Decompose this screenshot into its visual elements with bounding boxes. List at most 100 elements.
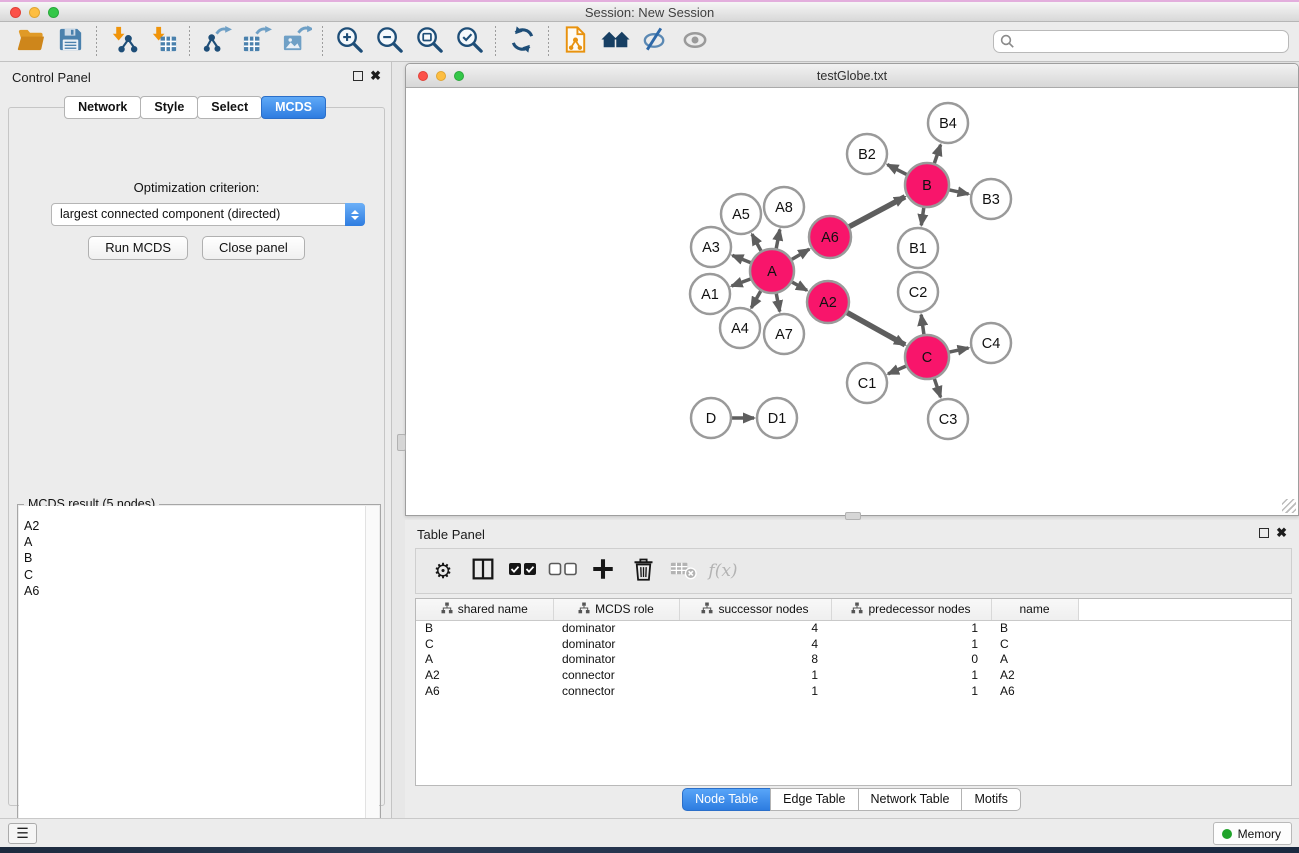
cell-2[interactable]: 4 [679, 636, 831, 652]
table-row[interactable]: Bdominator41B [416, 620, 1291, 636]
graph-node-B[interactable]: B [905, 163, 949, 207]
first-neighbors-button[interactable] [595, 25, 635, 59]
delete-column-button[interactable] [626, 553, 660, 589]
clone-network-button[interactable] [555, 25, 595, 59]
refresh-button[interactable] [502, 25, 542, 59]
scrollbar-track[interactable] [365, 506, 379, 839]
mcds-result-item[interactable]: C [19, 567, 365, 583]
cell-2[interactable]: 1 [679, 683, 831, 699]
graph-node-C2[interactable]: C2 [898, 272, 938, 312]
mcds-result-item[interactable]: A [19, 534, 365, 550]
graph-node-D[interactable]: D [691, 398, 731, 438]
delete-table-button[interactable] [666, 553, 700, 589]
cell-1[interactable]: dominator [553, 620, 679, 636]
graph-node-C1[interactable]: C1 [847, 363, 887, 403]
horizontal-splitter-grip[interactable] [845, 512, 861, 520]
graph-node-C[interactable]: C [905, 335, 949, 379]
cell-0[interactable]: A2 [416, 667, 553, 683]
cell-3[interactable]: 1 [831, 620, 991, 636]
graph-node-A3[interactable]: A3 [691, 227, 731, 267]
graph-node-B3[interactable]: B3 [971, 179, 1011, 219]
graph-node-A4[interactable]: A4 [720, 308, 760, 348]
cell-0[interactable]: C [416, 636, 553, 652]
export-network-button[interactable] [196, 25, 236, 59]
select-all-button[interactable] [506, 553, 540, 589]
cell-2[interactable]: 4 [679, 620, 831, 636]
mcds-result-item[interactable]: A2 [19, 518, 365, 534]
table-row[interactable]: Cdominator41C [416, 636, 1291, 652]
table-row[interactable]: A6connector11A6 [416, 683, 1291, 699]
tab-select[interactable]: Select [197, 96, 262, 119]
graph-edge[interactable] [947, 189, 969, 194]
cell-1[interactable]: connector [553, 667, 679, 683]
cell-0[interactable]: B [416, 620, 553, 636]
open-session-button[interactable] [10, 25, 50, 59]
tab-node-table[interactable]: Node Table [682, 788, 771, 811]
graph-edge[interactable] [845, 311, 906, 345]
cell-1[interactable]: connector [553, 683, 679, 699]
deselect-all-button[interactable] [546, 553, 580, 589]
import-table-button[interactable] [143, 25, 183, 59]
cell-3[interactable]: 0 [831, 652, 991, 668]
graph-edge[interactable] [888, 365, 909, 374]
table-row[interactable]: Adominator80A [416, 652, 1291, 668]
column-header-mcds-role[interactable]: MCDS role [553, 599, 679, 620]
show-all-button[interactable] [675, 25, 715, 59]
graph-edge[interactable] [776, 230, 780, 252]
cell-0[interactable]: A6 [416, 683, 553, 699]
cell-1[interactable]: dominator [553, 652, 679, 668]
hide-selected-button[interactable] [635, 25, 675, 59]
float-panel-icon[interactable] [1259, 528, 1269, 538]
table-row[interactable]: A2connector11A2 [416, 667, 1291, 683]
graph-edge[interactable] [933, 145, 940, 166]
export-table-button[interactable] [236, 25, 276, 59]
function-builder-button[interactable]: f(x) [706, 553, 740, 589]
criterion-dropdown[interactable]: largest connected component (directed) [51, 203, 365, 226]
cell-0[interactable]: A [416, 652, 553, 668]
cell-4[interactable]: A2 [991, 667, 1078, 683]
close-panel-icon[interactable]: ✖ [1276, 525, 1287, 541]
run-mcds-button[interactable]: Run MCDS [88, 236, 188, 260]
cell-4[interactable]: A6 [991, 683, 1078, 699]
graph-edge[interactable] [732, 278, 754, 286]
graph-edge[interactable] [887, 165, 909, 176]
cell-2[interactable]: 8 [679, 652, 831, 668]
memory-button[interactable]: Memory [1213, 822, 1292, 845]
tab-motifs[interactable]: Motifs [961, 788, 1020, 811]
graph-edge[interactable] [752, 234, 762, 253]
network-canvas[interactable]: AA1A2A3A4A5A6A7A8BB1B2B3B4CC1C2C3C4DD1 [406, 88, 1298, 515]
tab-edge-table[interactable]: Edge Table [770, 788, 858, 811]
search-input[interactable] [993, 30, 1289, 53]
cell-3[interactable]: 1 [831, 683, 991, 699]
tab-network[interactable]: Network [64, 96, 141, 119]
cell-3[interactable]: 1 [831, 636, 991, 652]
column-header-name[interactable]: name [991, 599, 1078, 620]
cell-4[interactable]: C [991, 636, 1078, 652]
save-session-button[interactable] [50, 25, 90, 59]
zoom-fit-button[interactable] [409, 25, 449, 59]
mcds-result-item[interactable]: A6 [19, 583, 365, 599]
cell-4[interactable]: A [991, 652, 1078, 668]
zoom-selected-button[interactable] [449, 25, 489, 59]
column-panel-button[interactable] [466, 553, 500, 589]
tab-network-table[interactable]: Network Table [858, 788, 963, 811]
zoom-out-button[interactable] [369, 25, 409, 59]
tab-mcds[interactable]: MCDS [261, 96, 326, 119]
graph-node-B1[interactable]: B1 [898, 228, 938, 268]
graph-edge[interactable] [789, 249, 809, 261]
graph-edge[interactable] [751, 288, 762, 308]
graph-edge[interactable] [933, 376, 940, 397]
graph-node-A2[interactable]: A2 [807, 281, 849, 323]
column-header-predecessor-nodes[interactable]: predecessor nodes [831, 599, 991, 620]
graph-node-C4[interactable]: C4 [971, 323, 1011, 363]
close-panel-icon[interactable]: ✖ [370, 68, 381, 84]
add-column-button[interactable] [586, 553, 620, 589]
column-header-shared-name[interactable]: shared name [416, 599, 553, 620]
table-options-button[interactable]: ⚙ [426, 553, 460, 589]
zoom-in-button[interactable] [329, 25, 369, 59]
float-panel-icon[interactable] [353, 71, 363, 81]
graph-node-C3[interactable]: C3 [928, 399, 968, 439]
graph-node-A1[interactable]: A1 [690, 274, 730, 314]
graph-node-A7[interactable]: A7 [764, 314, 804, 354]
mcds-result-item[interactable]: B [19, 550, 365, 566]
